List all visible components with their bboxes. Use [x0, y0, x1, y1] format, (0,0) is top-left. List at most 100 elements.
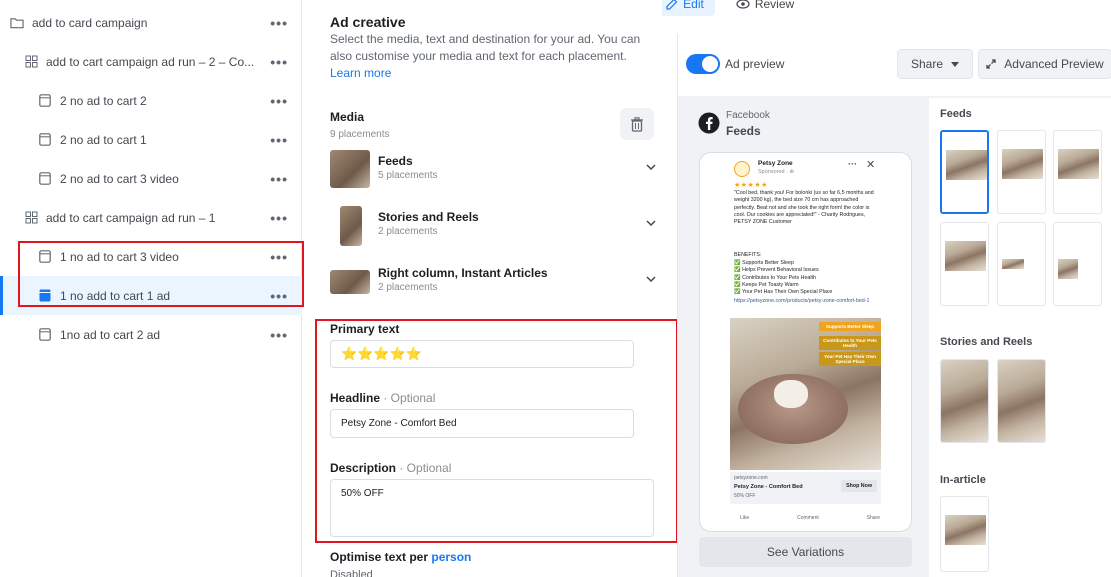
placement-thumbnail[interactable] [997, 130, 1046, 214]
placement-thumbnail[interactable] [1053, 130, 1102, 214]
section-title: Ad creative [330, 14, 406, 30]
media-row-right-column[interactable]: Right column, Instant Articles 2 placeme… [330, 260, 660, 304]
placement-thumbnail[interactable] [997, 359, 1046, 443]
headline-value: Petsy Zone - Comfort Bed [341, 418, 457, 429]
placement-thumbnail[interactable] [940, 130, 989, 214]
placement-thumbnail[interactable] [1053, 222, 1102, 306]
shop-now-button[interactable]: Shop Now [841, 480, 877, 492]
optimise-person-link[interactable]: person [431, 550, 471, 564]
tree-item[interactable]: 1 no add to cart 1 ad ••• [0, 276, 302, 315]
media-thumbnail [330, 270, 370, 294]
placement-thumbnail[interactable] [997, 222, 1046, 306]
more-options-icon[interactable]: ••• [270, 288, 288, 304]
tree-item[interactable]: add to cart campaign ad run – 1 ••• [0, 198, 302, 237]
tree-item[interactable]: 1 no ad to cart 3 video ••• [0, 237, 302, 276]
ad-icon [38, 328, 52, 342]
tree-item-label: 2 no ad to cart 2 [60, 93, 147, 108]
ad-preview-toggle[interactable] [686, 54, 720, 74]
see-variations-label: See Variations [766, 545, 845, 559]
media-thumbnail [340, 206, 362, 246]
description-optional: · Optional [396, 461, 452, 475]
tab-review[interactable]: Review [730, 0, 800, 16]
more-options-icon[interactable]: ••• [270, 132, 288, 148]
thumbnail-image [1002, 259, 1024, 269]
pencil-icon [666, 0, 678, 10]
placement-thumbnail[interactable] [940, 222, 989, 306]
tree-item[interactable]: add to card campaign ••• [0, 3, 302, 42]
media-row-stories[interactable]: Stories and Reels 2 placements [330, 204, 660, 248]
more-options-icon[interactable]: ••• [270, 249, 288, 265]
overlay-label-1: Supports Better Sleep [819, 322, 881, 331]
overlay-label-2: Contributes to Your Pets Health [819, 336, 881, 350]
more-options-icon[interactable]: ••• [270, 327, 288, 343]
tree-item-label: 1 no ad to cart 3 video [60, 249, 179, 264]
chevron-down-icon[interactable] [642, 214, 660, 232]
more-options-icon[interactable]: ••• [270, 210, 288, 226]
more-options-icon[interactable]: ••• [270, 54, 288, 70]
more-options-icon[interactable]: ••• [270, 15, 288, 31]
share-button[interactable]: Share [897, 49, 973, 79]
thumbnail-image [998, 360, 1045, 442]
description-label-wrap: Description · Optional [330, 461, 451, 475]
expand-icon [986, 59, 996, 69]
close-icon[interactable]: ✕ [866, 158, 875, 171]
more-options-icon[interactable]: ••• [270, 171, 288, 187]
section-description: Select the media, text and destination f… [330, 32, 641, 63]
ad-icon [38, 94, 52, 108]
like-button[interactable]: Like [740, 515, 749, 521]
thumbnail-image [945, 241, 986, 271]
post-actions: Like Comment Share [740, 515, 880, 521]
headline-input[interactable]: Petsy Zone - Comfort Bed [330, 409, 634, 438]
ad-icon [38, 172, 52, 186]
post-more-icon[interactable]: ··· [848, 159, 857, 169]
post-benefits: ✅ Supports Better Sleep ✅ Helps Prevent … [734, 260, 884, 296]
post-link[interactable]: https://petsyzone.com/products/petsy-zon… [734, 298, 874, 305]
comment-button[interactable]: Comment [797, 515, 819, 521]
optimise-label-text: Optimise text per [330, 550, 432, 564]
media-row-title: Feeds [378, 154, 413, 168]
chevron-down-icon[interactable] [642, 270, 660, 288]
post-page-name: Petsy Zone [758, 160, 793, 167]
tree-item[interactable]: 2 no ad to cart 3 video ••• [0, 159, 302, 198]
description-input[interactable]: 50% OFF [330, 479, 654, 537]
media-count: 9 placements [330, 129, 390, 140]
media-row-title: Stories and Reels [378, 210, 479, 224]
tree-item-label: 1 no add to cart 1 ad [60, 288, 171, 303]
placement-thumbnail[interactable] [940, 496, 989, 572]
post-link-bar[interactable]: petsyzone.com Petsy Zone - Comfort Bed 5… [730, 472, 881, 504]
more-options-icon[interactable]: ••• [270, 93, 288, 109]
primary-text-value: ⭐⭐⭐⭐⭐ [341, 346, 422, 361]
share-post-button[interactable]: Share [867, 515, 880, 521]
facebook-icon [698, 112, 720, 134]
feeds-title: Feeds [940, 108, 972, 120]
chevron-down-icon[interactable] [642, 158, 660, 176]
headline-optional: · Optional [380, 391, 436, 405]
optimise-status: Disabled [330, 569, 373, 577]
eye-icon [736, 0, 750, 9]
thumbnail-image [1002, 149, 1043, 179]
tree-item[interactable]: 1no ad to cart 2 ad ••• [0, 315, 302, 354]
thumbnail-image [1058, 149, 1099, 179]
post-stars: ★★★★★ [734, 182, 768, 189]
campaign-tree: add to card campaign ••• add to cart campa… [0, 0, 302, 577]
advanced-preview-button[interactable]: Advanced Preview [978, 49, 1111, 79]
primary-text-input[interactable]: ⭐⭐⭐⭐⭐ [330, 340, 634, 368]
benefit-item: ✅ Contributes to Your Pets Health [734, 274, 816, 281]
tree-item[interactable]: 2 no ad to cart 2 ••• [0, 81, 302, 120]
ad-icon [38, 133, 52, 147]
thumbnail-image [945, 515, 986, 545]
tree-item[interactable]: add to cart campaign ad run – 2 – Co... •… [0, 42, 302, 81]
see-variations-button[interactable]: See Variations [699, 537, 912, 567]
tree-item-label: 2 no ad to cart 1 [60, 132, 147, 147]
delete-media-button[interactable] [620, 108, 654, 140]
media-row-sub: 5 placements [378, 170, 438, 181]
placement-thumbnail[interactable] [940, 359, 989, 443]
primary-text-label: Primary text [330, 322, 400, 336]
learn-more-link[interactable]: Learn more [330, 66, 391, 80]
tab-edit[interactable]: Edit [655, 0, 715, 16]
media-row-feeds[interactable]: Feeds 5 placements [330, 148, 660, 192]
tree-item[interactable]: 2 no ad to cart 1 ••• [0, 120, 302, 159]
media-title: Media [330, 110, 365, 124]
thumbnail-image [941, 360, 988, 442]
headline-label: Headline [330, 391, 381, 405]
